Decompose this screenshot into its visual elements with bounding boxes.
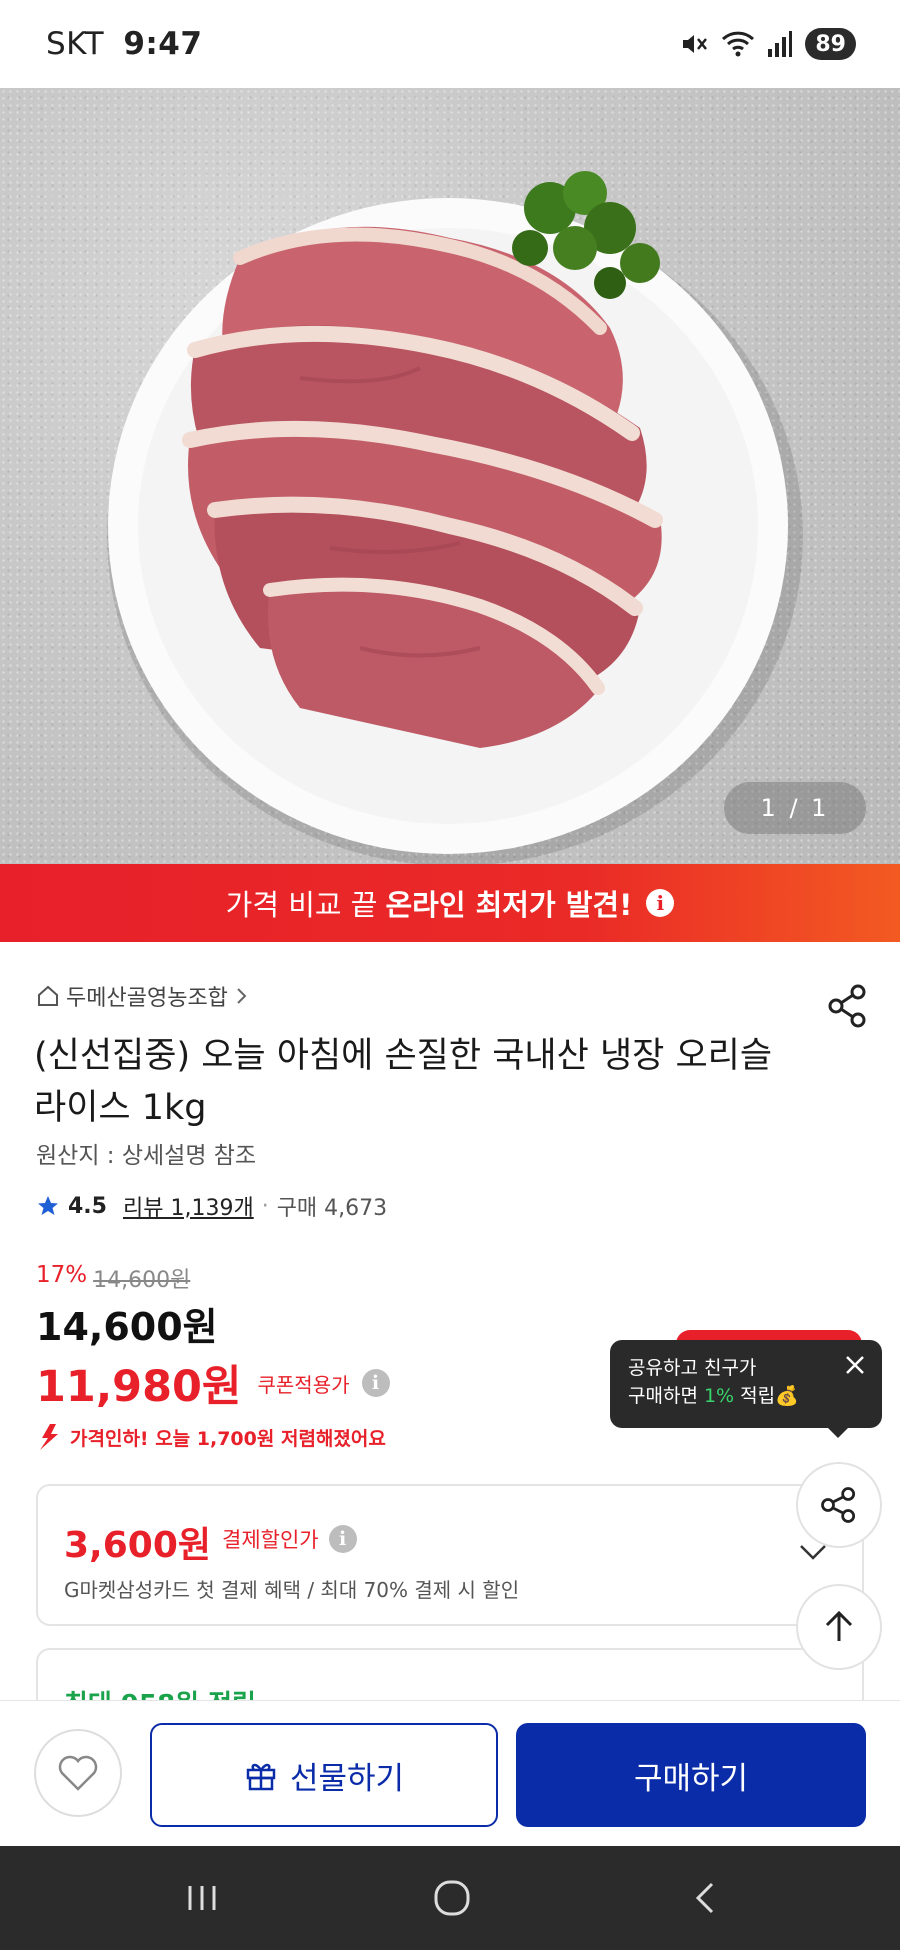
status-icons: 89	[679, 26, 856, 62]
purchase-count: 구매 4,673	[276, 1196, 388, 1221]
battery-badge: 89	[805, 28, 856, 60]
product-title: (신선집중) 오늘 아침에 손질한 국내산 냉장 오리슬라이스 1kg	[34, 1036, 773, 1128]
payment-discount-label: 결제할인가	[222, 1528, 319, 1552]
product-image-carousel[interactable]: 1 / 1	[0, 88, 900, 864]
review-count-link[interactable]: 리뷰 1,139개	[123, 1190, 254, 1222]
original-price: 14,600원	[93, 1268, 191, 1293]
home-button[interactable]	[430, 1876, 474, 1920]
gift-label: 선물하기	[289, 1760, 405, 1797]
mute-icon	[683, 35, 708, 53]
separator-dot: ·	[261, 1193, 269, 1219]
payment-discount-label-row: 결제할인가 i	[222, 1524, 357, 1554]
price-drop-notice: 가격인하! 오늘 1,700원 저렴해졌어요	[36, 1422, 386, 1452]
home-icon	[38, 985, 58, 1006]
scroll-to-top-button[interactable]	[796, 1584, 882, 1670]
chevron-right-icon	[237, 988, 247, 1004]
status-left: SKT 9:47	[46, 26, 202, 62]
rating-row: 4.5 리뷰 1,139개 · 구매 4,673	[36, 1190, 387, 1222]
product-photo	[107, 171, 803, 864]
share-reward-tooltip: 공유하고 친구가 구매하면 1% 적립💰	[610, 1340, 882, 1428]
tooltip-percent: 1%	[703, 1385, 735, 1407]
wifi-icon	[722, 31, 755, 57]
info-icon[interactable]: i	[646, 889, 675, 917]
payment-discount-desc: G마켓삼성카드 첫 결제 혜택 / 최대 70% 결제 시 할인	[64, 1578, 520, 1602]
image-page-indicator: 1 / 1	[724, 782, 866, 834]
discount-percent: 17%	[36, 1262, 88, 1288]
coupon-price: 11,980원	[36, 1362, 242, 1412]
back-button[interactable]	[684, 1876, 728, 1920]
recent-apps-button[interactable]	[180, 1876, 224, 1920]
payment-discount-amount: 3,600원	[64, 1525, 211, 1566]
carrier-label: SKT	[46, 26, 105, 62]
tooltip-arrow	[828, 1428, 848, 1438]
heart-icon	[58, 1755, 98, 1791]
payment-discount-card[interactable]: 3,600원 결제할인가 i G마켓삼성카드 첫 결제 혜택 / 최대 70% …	[36, 1484, 864, 1626]
tooltip-line2-suffix: 적립💰	[734, 1385, 799, 1407]
share-icon[interactable]	[824, 982, 872, 1030]
discount-row: 17% 14,600원	[36, 1262, 190, 1294]
price-drop-text: 가격인하! 오늘 1,700원 저렴해졌어요	[70, 1427, 386, 1450]
tooltip-line2-prefix: 구매하면	[628, 1385, 704, 1407]
payment-info-icon[interactable]: i	[328, 1525, 357, 1553]
status-bar: SKT 9:47 89	[0, 0, 900, 88]
sale-price: 14,600원	[36, 1305, 218, 1349]
gift-icon	[246, 1763, 276, 1791]
recent-apps-icon	[188, 1886, 216, 1910]
buy-button[interactable]: 구매하기	[516, 1723, 866, 1827]
product-origin: 원산지 : 상세설명 참조	[36, 1143, 257, 1169]
signal-icon	[768, 31, 793, 57]
close-icon[interactable]	[844, 1354, 866, 1376]
tooltip-line2: 구매하면 1% 적립💰	[628, 1382, 864, 1410]
system-nav-bar	[0, 1846, 900, 1950]
coupon-price-row: 11,980원 쿠폰적용가 i	[36, 1352, 390, 1414]
buy-label: 구매하기	[633, 1760, 749, 1797]
arrow-up-icon	[825, 1610, 853, 1641]
star-icon	[38, 1196, 58, 1215]
price-compare-banner[interactable]: 가격 비교 끝 온라인 최저가 발견! i	[0, 864, 900, 942]
tooltip-line1: 공유하고 친구가	[628, 1357, 757, 1379]
bottom-action-bar: 선물하기 구매하기	[0, 1700, 900, 1846]
coupon-info-icon[interactable]: i	[361, 1369, 390, 1397]
seller-link[interactable]: 두메산골영농조합	[36, 980, 250, 1012]
back-chevron-icon	[695, 1882, 714, 1914]
share-icon	[821, 1487, 856, 1523]
wishlist-button[interactable]	[34, 1729, 122, 1817]
coupon-label: 쿠폰적용가	[257, 1372, 350, 1397]
banner-text-normal: 가격 비교 끝	[225, 888, 378, 922]
clock: 9:47	[123, 26, 203, 62]
rating-score: 4.5	[68, 1193, 107, 1219]
seller-name: 두메산골영농조합	[66, 986, 228, 1011]
floating-share-button[interactable]	[796, 1462, 882, 1548]
gift-button[interactable]: 선물하기	[150, 1723, 498, 1827]
banner-text-bold: 온라인 최저가 발견!	[385, 888, 633, 922]
down-arrow-icon	[40, 1424, 58, 1450]
home-circle-icon	[434, 1880, 470, 1916]
